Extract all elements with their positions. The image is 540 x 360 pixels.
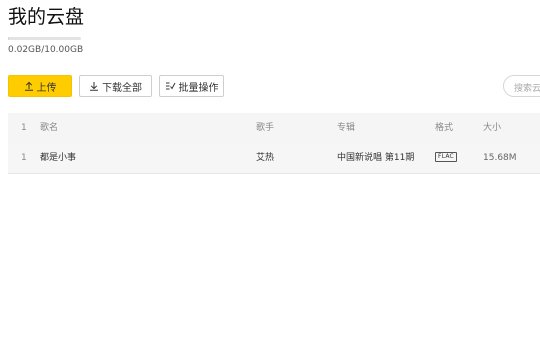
search-input[interactable] bbox=[504, 79, 540, 96]
header-album[interactable]: 专辑 bbox=[337, 113, 355, 143]
song-album[interactable]: 中国新说唱 第11期 bbox=[337, 143, 414, 173]
upload-icon bbox=[24, 81, 33, 91]
song-name[interactable]: 都是小事 bbox=[40, 143, 76, 173]
song-size: 15.68M bbox=[483, 153, 517, 163]
upload-button-label: 上传 bbox=[36, 82, 57, 94]
checklist-icon bbox=[165, 82, 175, 90]
header-index: 1 bbox=[21, 123, 27, 133]
header-song-name[interactable]: 歌名 bbox=[40, 113, 58, 143]
batch-operation-button[interactable]: 批量操作 bbox=[159, 75, 224, 97]
song-table: 1 歌名 歌手 专辑 格式 大小 1 都是小事 艾热 中国新说唱 第11期 FL… bbox=[8, 113, 540, 174]
download-icon bbox=[90, 82, 98, 91]
table-header: 1 歌名 歌手 专辑 格式 大小 bbox=[8, 113, 540, 143]
header-size[interactable]: 大小 bbox=[483, 113, 501, 143]
storage-usage-text: 0.02GB/10.00GB bbox=[8, 45, 84, 55]
row-index: 1 bbox=[21, 153, 27, 163]
cloud-drive-page: 我的云盘 0.02GB/10.00GB 上传 下载全部 批量操作 1 歌名 歌手… bbox=[0, 0, 540, 360]
page-title: 我的云盘 bbox=[8, 6, 85, 28]
download-all-button-label: 下载全部 bbox=[102, 82, 142, 94]
batch-operation-button-label: 批量操作 bbox=[178, 82, 219, 94]
header-singer[interactable]: 歌手 bbox=[256, 113, 274, 143]
download-all-button[interactable]: 下载全部 bbox=[79, 75, 152, 97]
search-box[interactable] bbox=[503, 75, 540, 97]
header-format[interactable]: 格式 bbox=[435, 113, 453, 143]
format-badge: FLAC bbox=[435, 151, 457, 162]
song-singer[interactable]: 艾热 bbox=[256, 143, 274, 173]
upload-button[interactable]: 上传 bbox=[8, 75, 72, 97]
table-row[interactable]: 1 都是小事 艾热 中国新说唱 第11期 FLAC 15.68M bbox=[8, 143, 540, 174]
song-format: FLAC bbox=[435, 143, 457, 173]
storage-progress-bar bbox=[8, 37, 81, 40]
